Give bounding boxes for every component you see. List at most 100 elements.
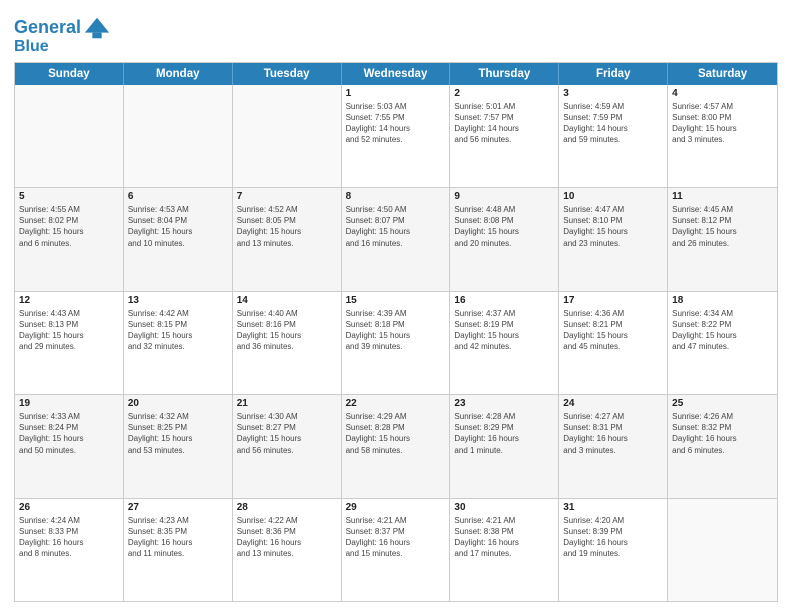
calendar-row-3: 12Sunrise: 4:43 AM Sunset: 8:13 PM Dayli… xyxy=(15,291,777,394)
calendar-header: SundayMondayTuesdayWednesdayThursdayFrid… xyxy=(15,63,777,85)
cal-header-thursday: Thursday xyxy=(450,63,559,85)
day-number: 11 xyxy=(672,191,773,202)
day-cell-9: 9 Sunrise: 4:48 AM Sunset: 8:08 PM Daylig… xyxy=(450,188,559,290)
day-number: 16 xyxy=(454,295,554,306)
day-cell-23: 23 Sunrise: 4:28 AM Sunset: 8:29 PM Dayli… xyxy=(450,395,559,497)
day-cell-10: 10Sunrise: 4:47 AM Sunset: 8:10 PM Dayli… xyxy=(559,188,668,290)
day-number: 14 xyxy=(237,295,337,306)
empty-cell-r0c0 xyxy=(15,85,124,187)
day-cell-26: 26 Sunrise: 4:24 AM Sunset: 8:33 PM Dayli… xyxy=(15,499,124,601)
cell-info: Sunrise: 4:45 AM Sunset: 8:12 PM Dayligh… xyxy=(672,204,773,249)
cal-header-tuesday: Tuesday xyxy=(233,63,342,85)
cell-info: Sunrise: 4:40 AM Sunset: 8:16 PM Dayligh… xyxy=(237,308,337,353)
cell-info: Sunrise: 4:22 AM Sunset: 8:36 PM Dayligh… xyxy=(237,515,337,560)
header: General Blue xyxy=(14,10,778,56)
cell-info: Sunrise: 4:27 AM Sunset: 8:31 PM Dayligh… xyxy=(563,411,663,456)
cal-header-saturday: Saturday xyxy=(668,63,777,85)
cal-header-friday: Friday xyxy=(559,63,668,85)
day-number: 17 xyxy=(563,295,663,306)
cell-info: Sunrise: 4:28 AM Sunset: 8:29 PM Dayligh… xyxy=(454,411,554,456)
day-number: 23 xyxy=(454,398,554,409)
cell-info: Sunrise: 5:03 AM Sunset: 7:55 PM Dayligh… xyxy=(346,101,446,146)
day-number: 3 xyxy=(563,88,663,99)
day-number: 13 xyxy=(128,295,228,306)
day-cell-19: 19 Sunrise: 4:33 AM Sunset: 8:24 PM Dayli… xyxy=(15,395,124,497)
day-number: 21 xyxy=(237,398,337,409)
day-number: 25 xyxy=(672,398,773,409)
day-number: 12 xyxy=(19,295,119,306)
calendar-row-4: 19 Sunrise: 4:33 AM Sunset: 8:24 PM Dayli… xyxy=(15,394,777,497)
day-number: 20 xyxy=(128,398,228,409)
day-cell-16: 16Sunrise: 4:37 AM Sunset: 8:19 PM Dayli… xyxy=(450,292,559,394)
day-cell-15: 15 Sunrise: 4:39 AM Sunset: 8:18 PM Dayli… xyxy=(342,292,451,394)
day-number: 30 xyxy=(454,502,554,513)
day-number: 10 xyxy=(563,191,663,202)
day-cell-4: 4Sunrise: 4:57 AM Sunset: 8:00 PM Daylig… xyxy=(668,85,777,187)
day-cell-3: 3 Sunrise: 4:59 AM Sunset: 7:59 PM Daylig… xyxy=(559,85,668,187)
cal-header-monday: Monday xyxy=(124,63,233,85)
day-cell-31: 31 Sunrise: 4:20 AM Sunset: 8:39 PM Dayli… xyxy=(559,499,668,601)
cell-info: Sunrise: 4:39 AM Sunset: 8:18 PM Dayligh… xyxy=(346,308,446,353)
day-number: 22 xyxy=(346,398,446,409)
calendar-row-2: 5 Sunrise: 4:55 AM Sunset: 8:02 PM Daylig… xyxy=(15,187,777,290)
day-cell-17: 17 Sunrise: 4:36 AM Sunset: 8:21 PM Dayli… xyxy=(559,292,668,394)
day-cell-24: 24Sunrise: 4:27 AM Sunset: 8:31 PM Dayli… xyxy=(559,395,668,497)
day-number: 18 xyxy=(672,295,773,306)
day-cell-1: 1 Sunrise: 5:03 AM Sunset: 7:55 PM Daylig… xyxy=(342,85,451,187)
day-number: 28 xyxy=(237,502,337,513)
day-cell-27: 27 Sunrise: 4:23 AM Sunset: 8:35 PM Dayli… xyxy=(124,499,233,601)
cell-info: Sunrise: 4:48 AM Sunset: 8:08 PM Dayligh… xyxy=(454,204,554,249)
empty-cell-r0c1 xyxy=(124,85,233,187)
cell-info: Sunrise: 4:23 AM Sunset: 8:35 PM Dayligh… xyxy=(128,515,228,560)
cell-info: Sunrise: 4:29 AM Sunset: 8:28 PM Dayligh… xyxy=(346,411,446,456)
day-cell-2: 2Sunrise: 5:01 AM Sunset: 7:57 PM Daylig… xyxy=(450,85,559,187)
day-cell-29: 29 Sunrise: 4:21 AM Sunset: 8:37 PM Dayli… xyxy=(342,499,451,601)
cell-info: Sunrise: 4:52 AM Sunset: 8:05 PM Dayligh… xyxy=(237,204,337,249)
day-number: 9 xyxy=(454,191,554,202)
day-cell-21: 21Sunrise: 4:30 AM Sunset: 8:27 PM Dayli… xyxy=(233,395,342,497)
day-number: 19 xyxy=(19,398,119,409)
logo-text: General xyxy=(14,18,81,38)
day-number: 31 xyxy=(563,502,663,513)
cell-info: Sunrise: 4:55 AM Sunset: 8:02 PM Dayligh… xyxy=(19,204,119,249)
calendar: SundayMondayTuesdayWednesdayThursdayFrid… xyxy=(14,62,778,602)
cell-info: Sunrise: 4:24 AM Sunset: 8:33 PM Dayligh… xyxy=(19,515,119,560)
cell-info: Sunrise: 4:34 AM Sunset: 8:22 PM Dayligh… xyxy=(672,308,773,353)
day-cell-25: 25 Sunrise: 4:26 AM Sunset: 8:32 PM Dayli… xyxy=(668,395,777,497)
cell-info: Sunrise: 4:36 AM Sunset: 8:21 PM Dayligh… xyxy=(563,308,663,353)
empty-cell-r0c2 xyxy=(233,85,342,187)
cell-info: Sunrise: 4:53 AM Sunset: 8:04 PM Dayligh… xyxy=(128,204,228,249)
cell-info: Sunrise: 4:42 AM Sunset: 8:15 PM Dayligh… xyxy=(128,308,228,353)
cell-info: Sunrise: 4:20 AM Sunset: 8:39 PM Dayligh… xyxy=(563,515,663,560)
cell-info: Sunrise: 4:50 AM Sunset: 8:07 PM Dayligh… xyxy=(346,204,446,249)
day-cell-6: 6 Sunrise: 4:53 AM Sunset: 8:04 PM Daylig… xyxy=(124,188,233,290)
cal-header-sunday: Sunday xyxy=(15,63,124,85)
logo-icon xyxy=(83,14,111,42)
day-cell-22: 22 Sunrise: 4:29 AM Sunset: 8:28 PM Dayli… xyxy=(342,395,451,497)
day-number: 29 xyxy=(346,502,446,513)
cell-info: Sunrise: 4:26 AM Sunset: 8:32 PM Dayligh… xyxy=(672,411,773,456)
calendar-row-5: 26 Sunrise: 4:24 AM Sunset: 8:33 PM Dayli… xyxy=(15,498,777,601)
cell-info: Sunrise: 4:21 AM Sunset: 8:37 PM Dayligh… xyxy=(346,515,446,560)
cell-info: Sunrise: 4:33 AM Sunset: 8:24 PM Dayligh… xyxy=(19,411,119,456)
day-number: 1 xyxy=(346,88,446,99)
cal-header-wednesday: Wednesday xyxy=(342,63,451,85)
day-cell-14: 14 Sunrise: 4:40 AM Sunset: 8:16 PM Dayli… xyxy=(233,292,342,394)
day-cell-28: 28 Sunrise: 4:22 AM Sunset: 8:36 PM Dayli… xyxy=(233,499,342,601)
day-cell-7: 7Sunrise: 4:52 AM Sunset: 8:05 PM Daylig… xyxy=(233,188,342,290)
day-cell-11: 11 Sunrise: 4:45 AM Sunset: 8:12 PM Dayli… xyxy=(668,188,777,290)
logo: General Blue xyxy=(14,14,111,56)
day-number: 26 xyxy=(19,502,119,513)
day-number: 2 xyxy=(454,88,554,99)
day-number: 8 xyxy=(346,191,446,202)
day-cell-20: 20Sunrise: 4:32 AM Sunset: 8:25 PM Dayli… xyxy=(124,395,233,497)
calendar-row-1: 1 Sunrise: 5:03 AM Sunset: 7:55 PM Daylig… xyxy=(15,85,777,187)
day-number: 5 xyxy=(19,191,119,202)
day-number: 15 xyxy=(346,295,446,306)
cell-info: Sunrise: 4:59 AM Sunset: 7:59 PM Dayligh… xyxy=(563,101,663,146)
empty-cell-r4c6 xyxy=(668,499,777,601)
day-number: 27 xyxy=(128,502,228,513)
calendar-body: 1 Sunrise: 5:03 AM Sunset: 7:55 PM Daylig… xyxy=(15,85,777,601)
day-number: 6 xyxy=(128,191,228,202)
cell-info: Sunrise: 4:21 AM Sunset: 8:38 PM Dayligh… xyxy=(454,515,554,560)
